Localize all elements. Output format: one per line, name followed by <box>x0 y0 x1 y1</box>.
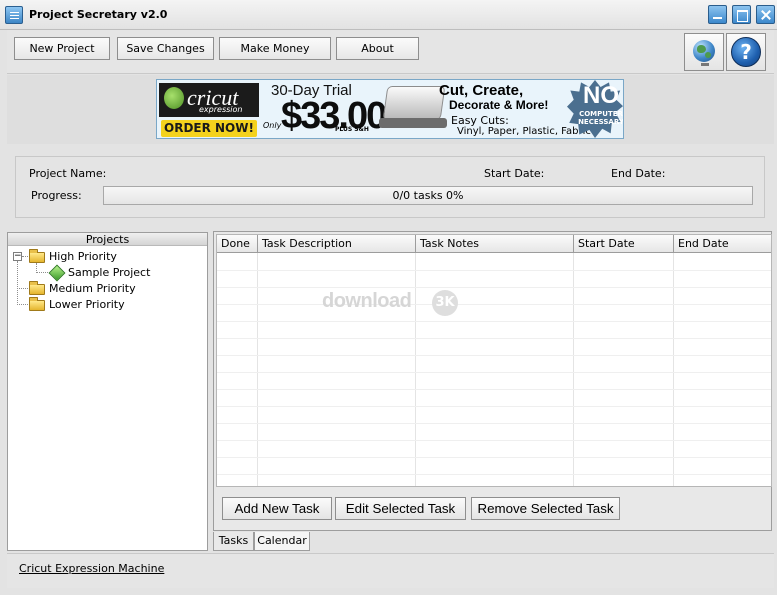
tree-item-label: Lower Priority <box>49 298 125 311</box>
end-date-label: End Date: <box>611 167 666 180</box>
banner-brand-sub: expression <box>199 105 243 114</box>
table-row-line <box>217 270 771 271</box>
banner-no-computer: COMPUTER NECESSARY <box>578 110 624 126</box>
table-row-line <box>217 304 771 305</box>
remove-selected-task-button[interactable]: Remove Selected Task <box>471 497 620 520</box>
cutting-machine-image <box>382 86 446 120</box>
folder-icon <box>29 281 45 295</box>
column-header-done[interactable]: Done <box>217 235 258 253</box>
status-bar: Cricut Expression Machine <box>7 553 774 588</box>
banner-no: NO <box>583 82 619 109</box>
folder-icon <box>29 249 45 263</box>
watermark-text: download <box>322 290 412 312</box>
folder-icon <box>29 297 45 311</box>
maximize-button[interactable] <box>732 5 751 24</box>
banner-shipping: PLUS S&H <box>335 126 369 133</box>
collapse-toggle[interactable]: − <box>13 252 22 261</box>
banner-headline-2: Decorate & More! <box>449 98 549 112</box>
add-new-task-button[interactable]: Add New Task <box>222 497 332 520</box>
minimize-button[interactable] <box>708 5 727 24</box>
table-row-line <box>217 474 771 475</box>
progress-text: 0/0 tasks 0% <box>392 189 464 202</box>
tree-item-sample-project[interactable]: Sample Project <box>48 264 158 282</box>
close-button[interactable] <box>756 5 775 24</box>
tree-item-label: Sample Project <box>68 266 151 279</box>
watermark-logo-icon: 3K <box>432 290 458 316</box>
help-icon: ? <box>731 37 761 67</box>
tree-item-label: High Priority <box>49 250 117 263</box>
tab-calendar[interactable]: Calendar <box>254 532 310 551</box>
window-title: Project Secretary v2.0 <box>29 8 168 21</box>
tree-item-label: Medium Priority <box>49 282 136 295</box>
toolbar: New Project Save Changes Make Money Abou… <box>7 30 774 74</box>
banner-only: Only <box>263 121 282 130</box>
cutting-machine-base <box>379 118 447 128</box>
table-row-line <box>217 457 771 458</box>
globe-button[interactable] <box>684 33 724 71</box>
banner-headline: Cut, Create, <box>439 82 524 99</box>
make-money-button[interactable]: Make Money <box>219 37 331 60</box>
progress-label: Progress: <box>31 189 82 202</box>
project-name-label: Project Name: <box>29 167 107 180</box>
start-date-label: Start Date: <box>484 167 545 180</box>
tasks-panel: Done Task Description Task Notes Start D… <box>213 231 772 531</box>
project-info-panel: Project Name: Start Date: End Date: Prog… <box>15 156 765 218</box>
banner-price: $33.00 <box>281 95 387 137</box>
edit-selected-task-button[interactable]: Edit Selected Task <box>335 497 466 520</box>
table-row-line <box>217 423 771 424</box>
table-row-line <box>217 321 771 322</box>
table-row-line <box>217 372 771 373</box>
table-row-line <box>217 338 771 339</box>
projects-tree-header: Projects <box>8 233 207 246</box>
table-row-line <box>217 355 771 356</box>
globe-icon <box>693 40 715 62</box>
tree-item-medium-priority[interactable]: Medium Priority <box>28 281 138 296</box>
column-header-task-description[interactable]: Task Description <box>258 235 416 253</box>
table-row-line <box>217 389 771 390</box>
projects-tree[interactable]: Projects − High Priority Sample Project … <box>7 232 208 551</box>
progress-bar: 0/0 tasks 0% <box>103 186 753 205</box>
tree-item-high-priority[interactable]: High Priority <box>28 249 138 264</box>
column-header-task-notes[interactable]: Task Notes <box>416 235 574 253</box>
banner-materials: Vinyl, Paper, Plastic, Fabric <box>457 126 591 137</box>
banner-brand-box: cricut expression <box>159 83 259 117</box>
table-row-line <box>217 440 771 441</box>
column-header-end-date[interactable]: End Date <box>674 235 771 253</box>
app-icon[interactable] <box>5 6 23 24</box>
cricut-expression-link[interactable]: Cricut Expression Machine <box>19 562 164 575</box>
tree-item-lower-priority[interactable]: Lower Priority <box>28 297 138 312</box>
apple-icon <box>164 87 184 109</box>
tasks-table[interactable]: Done Task Description Task Notes Start D… <box>216 234 772 487</box>
new-project-button[interactable]: New Project <box>14 37 110 60</box>
save-changes-button[interactable]: Save Changes <box>117 37 214 60</box>
project-icon <box>48 264 66 282</box>
about-button[interactable]: About <box>336 37 419 60</box>
help-button[interactable]: ? <box>726 33 766 71</box>
table-row-line <box>217 406 771 407</box>
table-row-line <box>217 287 771 288</box>
banner-order-button[interactable]: ORDER NOW! <box>161 120 257 137</box>
title-bar: Project Secretary v2.0 <box>0 0 777 30</box>
tab-tasks[interactable]: Tasks <box>213 532 254 551</box>
column-header-start-date[interactable]: Start Date <box>574 235 674 253</box>
banner-area: cricut expression ORDER NOW! 30-Day Tria… <box>7 75 774 144</box>
advertisement-banner[interactable]: cricut expression ORDER NOW! 30-Day Tria… <box>156 79 624 139</box>
